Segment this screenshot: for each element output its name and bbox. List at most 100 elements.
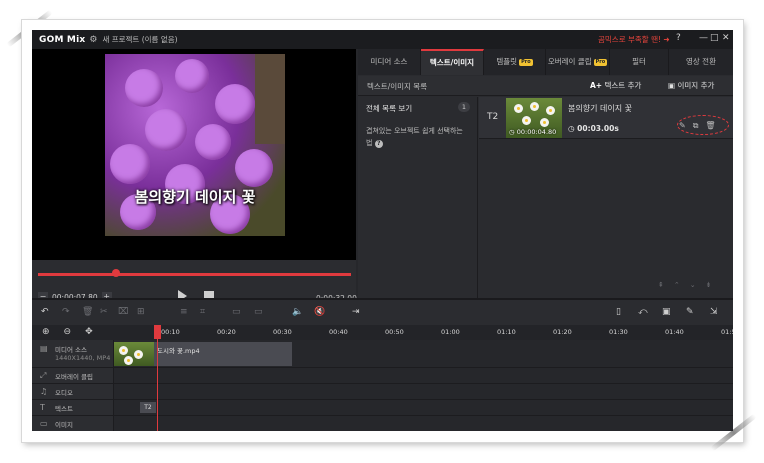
ruler-tick: 00:30: [273, 328, 292, 336]
item-duration-value: 00:03.00s: [577, 124, 619, 133]
item-duration: ◷ 00:03.00s: [568, 124, 619, 133]
rotate-icon[interactable]: ⌗: [200, 307, 205, 317]
flower: [175, 59, 209, 93]
overlay-icon: ⤢: [40, 370, 47, 380]
tab-media-source[interactable]: 미디어 소스: [358, 49, 421, 75]
copy-icon[interactable]: ⧉: [693, 121, 699, 131]
first-icon[interactable]: ⇞: [658, 281, 664, 289]
new-file-icon[interactable]: ▯: [616, 307, 621, 317]
gear-icon[interactable]: ⚙: [89, 35, 97, 45]
track-audio: ♫ 오디오: [32, 384, 733, 400]
adjust-icon[interactable]: ≡: [180, 307, 188, 317]
seek-handle[interactable]: [112, 269, 120, 277]
fit-icon[interactable]: ▭: [232, 307, 241, 317]
minimize-button[interactable]: —: [699, 33, 708, 43]
undo-icon[interactable]: ↶: [41, 307, 49, 317]
aspect-icon[interactable]: ▭: [254, 307, 263, 317]
track-label: ⤢ 오버레이 클립: [32, 368, 114, 383]
tab-bar: 미디어 소스 텍스트/이미지 템플릿 Pro 오버레이 클립 Pro 필터 영상 전…: [358, 49, 733, 75]
open-icon[interactable]: ⤺: [638, 307, 648, 317]
up-icon[interactable]: ⌃: [674, 281, 680, 289]
selection-hint[interactable]: 겹쳐있는 오브젝트 쉽게 선택하는 법 ?: [366, 125, 466, 149]
fit-timeline-icon[interactable]: ✥: [85, 327, 93, 337]
right-panel: 미디어 소스 텍스트/이미지 템플릿 Pro 오버레이 클립 Pro 필터 영상 전…: [358, 49, 733, 298]
tab-transition[interactable]: 영상 전환: [669, 49, 733, 75]
promo-link[interactable]: 곰믹스로 부족할 땐! ➜: [598, 34, 670, 45]
count-badge: 1: [457, 102, 470, 112]
down-icon[interactable]: ⌄: [690, 281, 696, 289]
ruler-tick: 01:10: [497, 328, 516, 336]
item-thumbnail: ◷ 00:00:04.80: [506, 98, 562, 138]
tab-template[interactable]: 템플릿 Pro: [484, 49, 546, 75]
flower: [125, 69, 163, 107]
ruler-tick: 01:40: [665, 328, 684, 336]
help-icon[interactable]: ?: [374, 140, 383, 148]
project-title: 새 프로젝트 (이름 없음): [102, 35, 178, 44]
tab-label: 영상 전환: [686, 57, 716, 66]
insert-icon[interactable]: ⇥: [352, 307, 360, 317]
help-button[interactable]: ?: [676, 33, 681, 43]
track-title: 텍스트: [55, 404, 73, 413]
volume-icon[interactable]: 🔈: [292, 307, 303, 317]
output-icon[interactable]: ⇲: [710, 307, 718, 317]
flower: [110, 144, 150, 184]
add-image-label: 이미지 추가: [677, 81, 715, 90]
mute-icon[interactable]: 🔇: [314, 307, 325, 317]
tab-filter[interactable]: 필터: [610, 49, 669, 75]
app-logo: GOM Mix: [39, 34, 86, 45]
film-icon: ▤: [40, 344, 48, 353]
track-media-source: ▤ 미디어 소스 1440X1440, MP4 도시와 꽃.mp4: [32, 340, 733, 368]
crop-icon[interactable]: ⊞: [137, 307, 145, 317]
add-text-button[interactable]: A+ 텍스트 추가: [590, 80, 641, 91]
list-title: 텍스트/이미지 목록: [367, 82, 428, 91]
daisy: [514, 104, 523, 113]
add-image-button[interactable]: ▣ 이미지 추가: [668, 80, 714, 91]
export-icon[interactable]: ✎: [686, 307, 694, 317]
track-title: 미디어 소스: [55, 346, 87, 354]
zoom-out-icon[interactable]: ⊖: [64, 327, 72, 337]
preview-caption: 봄의향기 데이지 꽃: [134, 188, 256, 206]
close-button[interactable]: ✕: [722, 33, 730, 43]
delete-icon[interactable]: 🗑: [82, 307, 93, 317]
tab-label: 오버레이 클립: [547, 57, 592, 66]
cut-icon[interactable]: ✂: [100, 307, 108, 317]
save-icon[interactable]: ▣: [662, 307, 671, 317]
track-title: 오버레이 클립: [55, 372, 93, 381]
timeline-toolbar: ↶ ↷ 🗑 ✂ ⌧ ⊞ ≡ ⌗ ▭ ▭ 🔈 🔇 ⇥ ▯ ⤺ ▣ ✎ ⇲: [32, 300, 733, 325]
edit-icon[interactable]: ✎: [679, 121, 686, 131]
playhead-line[interactable]: [157, 325, 158, 431]
gom-mix-window: GOM Mix ⚙ 새 프로젝트 (이름 없음) 곰믹스로 부족할 땐! ➜ ?…: [32, 30, 733, 431]
daisy: [546, 106, 555, 115]
ruler-tick: 01:30: [609, 328, 628, 336]
maximize-button[interactable]: □: [710, 33, 719, 43]
ruler-tick: 01:5: [721, 328, 733, 336]
view-all-label: 전체 목록 보기: [366, 104, 413, 113]
tab-label: 텍스트/이미지: [429, 58, 475, 67]
add-text-label: 텍스트 추가: [604, 81, 642, 90]
thumbnail-time: ◷ 00:00:04.80: [509, 128, 557, 136]
redo-icon[interactable]: ↷: [62, 307, 70, 317]
tab-label: 미디어 소스: [370, 57, 408, 66]
daisy: [134, 350, 143, 359]
text-clip[interactable]: T2: [140, 402, 156, 413]
track-label: T 텍스트: [32, 400, 114, 415]
track-title: 이미지: [55, 420, 73, 429]
text-list-item[interactable]: T2 ◷ 00:00:04.80 봄의향기 데이지 꽃 ◷ 00:03.00s …: [479, 97, 733, 139]
tab-text-image[interactable]: 텍스트/이미지: [421, 49, 484, 75]
add-text-icon: A+: [590, 81, 603, 90]
video-clip[interactable]: 도시와 꽃.mp4: [114, 342, 292, 366]
zoom-in-icon[interactable]: ⊕: [42, 327, 50, 337]
preview-frame: 봄의향기 데이지 꽃: [105, 54, 285, 236]
trash-icon[interactable]: 🗑: [705, 121, 715, 131]
last-icon[interactable]: ⇟: [706, 281, 712, 289]
daisy: [530, 102, 539, 111]
split-icon[interactable]: ⌧: [118, 307, 128, 317]
view-all-item[interactable]: 전체 목록 보기 1: [366, 102, 470, 114]
track-label: ▭ 이미지: [32, 416, 114, 431]
seek-bar[interactable]: [38, 273, 351, 276]
list-header: 텍스트/이미지 목록 A+ 텍스트 추가 ▣ 이미지 추가: [358, 76, 733, 96]
daisy: [522, 116, 531, 125]
thumbnail-time-value: 00:00:04.80: [516, 128, 557, 136]
tab-overlay-clip[interactable]: 오버레이 클립 Pro: [546, 49, 610, 75]
ruler-tick: 00:20: [217, 328, 236, 336]
